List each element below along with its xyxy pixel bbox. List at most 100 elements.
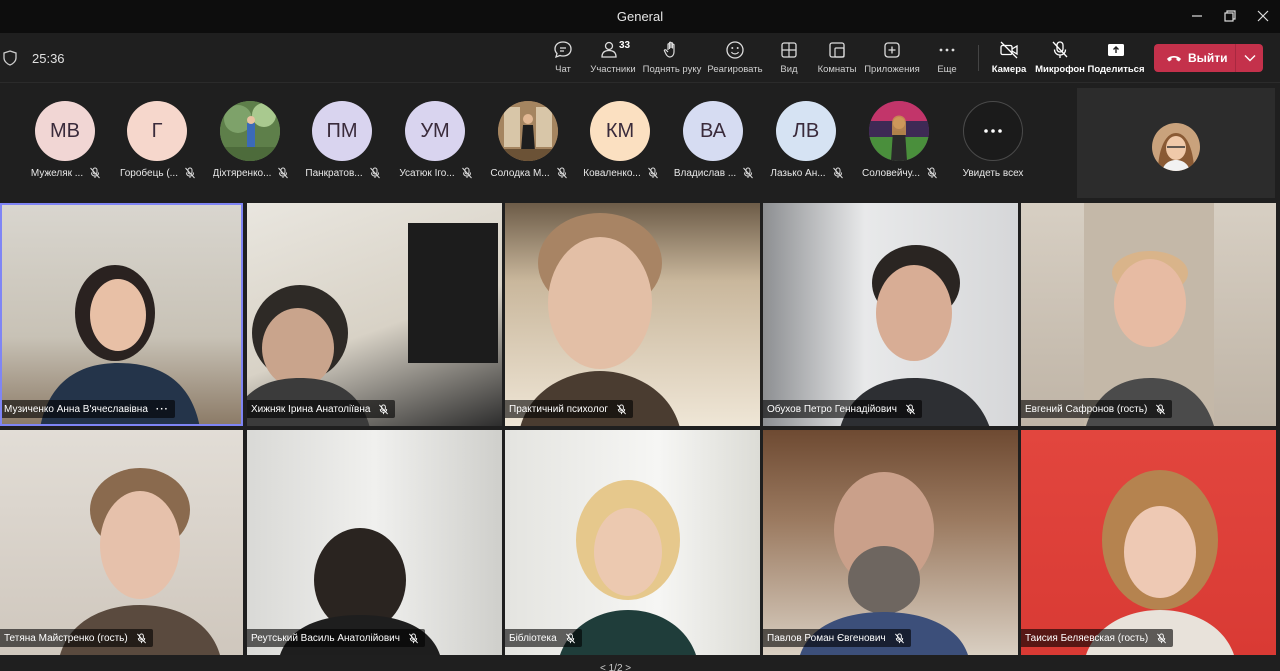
hang-up-icon xyxy=(1167,56,1181,62)
tile-options-button[interactable]: ··· xyxy=(156,404,169,415)
video-tile[interactable]: Павлов Роман Євгенович xyxy=(763,430,1018,655)
camera-button[interactable]: Камера xyxy=(989,40,1029,80)
more-button[interactable]: Еще xyxy=(932,40,962,80)
participant-name-row: Діхтяренко... xyxy=(206,167,296,179)
participant-name: Таисия Беляевская (гость) xyxy=(1025,632,1149,644)
participant-name: Бібліотека xyxy=(509,632,557,644)
video-feed xyxy=(763,430,1018,655)
mic-off-icon xyxy=(369,167,380,179)
video-tile[interactable]: Таисия Беляевская (гость) xyxy=(1021,430,1276,655)
avatar-initials: КМ xyxy=(605,119,635,142)
participants-button[interactable]: 33 Участники xyxy=(588,40,638,80)
video-tile[interactable]: Бібліотека xyxy=(505,430,760,655)
participants-count: 33 xyxy=(619,40,631,51)
mic-off-icon xyxy=(90,167,100,179)
self-avatar xyxy=(1152,123,1200,171)
participant-name: Музиченко Анна В'ячеславівна xyxy=(4,403,148,415)
rooms-button[interactable]: Комнаты xyxy=(816,40,858,80)
participant-name-row: Горобець (... xyxy=(113,167,203,179)
participant-name: Лазько Ан... xyxy=(770,167,826,179)
video-tile[interactable]: Хижняк Ірина Анатоліївна xyxy=(247,203,502,426)
participant-name-row: Коваленко... xyxy=(576,167,666,179)
rooms-icon xyxy=(829,42,845,58)
restore-button[interactable] xyxy=(1216,6,1244,26)
apps-button[interactable]: Приложения xyxy=(862,40,922,80)
leave-button[interactable]: Выйти xyxy=(1154,44,1235,72)
strip-participant[interactable]: УМ Усатюк Іго... xyxy=(391,101,481,191)
avatar: Г xyxy=(127,101,187,161)
strip-participant[interactable]: Діхтяренко... xyxy=(206,101,296,191)
participants-strip: МВ Мужеляк ... Г Горобець (... Діхтяренко...… xyxy=(0,84,1280,200)
participant-name: Коваленко... xyxy=(583,167,641,179)
participant-name-row: Панкратов... xyxy=(298,167,388,179)
raise-hand-button[interactable]: Поднять руку xyxy=(642,40,702,80)
view-icon xyxy=(781,42,797,58)
see-all-label: Увидеть всех xyxy=(962,168,1024,179)
microphone-label: Микрофон xyxy=(1035,64,1085,75)
mic-off-icon xyxy=(565,632,575,643)
participant-name-row: Усатюк Іго... xyxy=(391,167,481,179)
strip-participant[interactable]: ПМ Панкратов... xyxy=(298,101,388,191)
more-icon xyxy=(939,48,955,52)
restore-icon xyxy=(1224,10,1236,22)
share-button[interactable]: Поделиться xyxy=(1087,40,1145,80)
mic-off-icon xyxy=(1052,41,1068,58)
camera-label: Камера xyxy=(991,64,1027,75)
strip-participant[interactable]: Солодка М... xyxy=(484,101,574,191)
share-icon xyxy=(1108,44,1124,56)
share-label: Поделиться xyxy=(1087,64,1145,75)
strip-participant[interactable]: ВА Владислав ... xyxy=(669,101,759,191)
plus-icon xyxy=(884,42,900,58)
video-tile[interactable]: Обухов Петро Геннадійович xyxy=(763,203,1018,426)
participant-name-row: Лазько Ан... xyxy=(762,167,852,179)
video-feed xyxy=(1021,430,1276,655)
mic-off-icon xyxy=(832,167,843,179)
participant-name-row: Владислав ... xyxy=(669,167,759,179)
more-label: Еще xyxy=(937,64,957,75)
participant-nametag: Обухов Петро Геннадійович xyxy=(763,400,922,418)
window-title: General xyxy=(616,9,664,24)
video-tile[interactable]: Практичний психолог xyxy=(505,203,760,426)
meeting-timer: 25:36 xyxy=(32,51,65,66)
strip-participant[interactable]: ЛВ Лазько Ан... xyxy=(762,101,852,191)
participant-name: Соловейчу... xyxy=(862,167,920,179)
video-tile[interactable]: Тетяна Майстренко (гость) xyxy=(0,430,243,655)
participant-name: Владислав ... xyxy=(673,167,737,179)
participant-name: Евгений Сафронов (гость) xyxy=(1025,403,1148,415)
minimize-button[interactable] xyxy=(1183,6,1211,26)
strip-participant[interactable]: МВ Мужеляк ... xyxy=(21,101,111,191)
mic-off-icon xyxy=(185,167,195,179)
avatar xyxy=(498,101,558,161)
microphone-button[interactable]: Микрофон xyxy=(1034,40,1086,80)
avatar-initials: Г xyxy=(151,119,163,142)
avatar-initials: ЛВ xyxy=(792,119,820,142)
avatar-initials: УМ xyxy=(420,119,450,142)
strip-participant[interactable]: Соловейчу... xyxy=(855,101,945,191)
video-tile[interactable]: Музиченко Анна В'ячеславівна ··· xyxy=(0,203,243,426)
participant-name: Діхтяренко... xyxy=(212,167,272,179)
participant-nametag: Павлов Роман Євгенович xyxy=(763,629,911,647)
chat-button[interactable]: Чат xyxy=(548,40,578,80)
strip-participant[interactable]: Г Горобець (... xyxy=(113,101,203,191)
video-tile[interactable]: Евгений Сафронов (гость) xyxy=(1021,203,1276,426)
mic-off-icon xyxy=(1157,632,1167,643)
close-button[interactable] xyxy=(1249,6,1277,26)
page-indicator[interactable]: < 1/2 > xyxy=(600,663,631,671)
participant-name: Обухов Петро Геннадійович xyxy=(767,403,897,415)
chevron-down-icon xyxy=(1244,55,1255,62)
title-bar: General xyxy=(0,0,1280,33)
participant-nametag: Практичний психолог xyxy=(505,400,634,418)
leave-options-button[interactable] xyxy=(1236,44,1263,72)
participant-nametag: Тетяна Майстренко (гость) xyxy=(0,629,153,647)
self-view[interactable] xyxy=(1077,88,1275,198)
mic-off-icon xyxy=(927,167,937,179)
video-tile[interactable]: Реутський Василь Анатолійович xyxy=(247,430,502,655)
video-feed xyxy=(763,203,1018,426)
see-all-button[interactable] xyxy=(963,101,1023,161)
view-label: Вид xyxy=(780,64,798,75)
view-button[interactable]: Вид xyxy=(774,40,804,80)
react-button[interactable]: Реагировать xyxy=(707,40,763,80)
participant-name-row: Солодка М... xyxy=(484,167,574,179)
strip-participant[interactable]: КМ Коваленко... xyxy=(576,101,666,191)
chat-label: Чат xyxy=(555,64,571,75)
